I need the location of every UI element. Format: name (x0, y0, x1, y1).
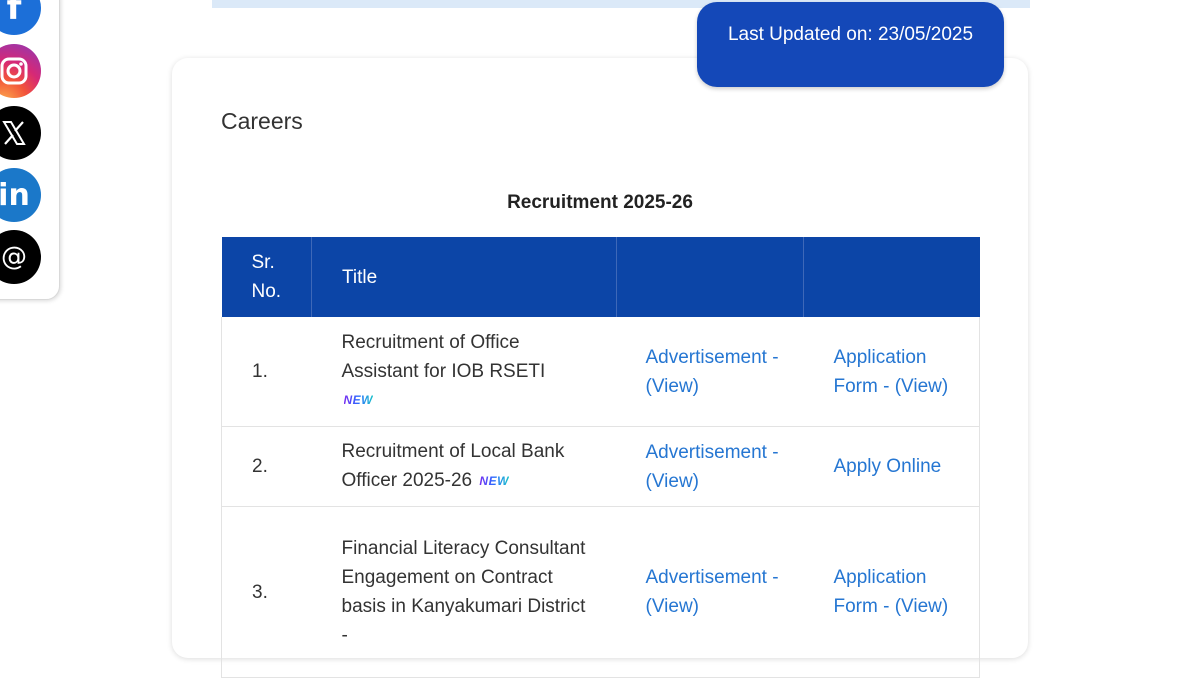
facebook-glyph: f (6, 0, 22, 28)
last-updated-text: Last Updated on: 23/05/2025 (727, 24, 974, 45)
row-application: Application Form - (View) (803, 506, 980, 678)
x-glyph (2, 121, 26, 145)
header-application (803, 237, 980, 317)
header-advertisement (616, 237, 804, 317)
row-application: Apply Online (803, 426, 980, 507)
x-icon[interactable] (0, 106, 41, 160)
facebook-icon[interactable]: f (0, 0, 41, 35)
row-advertisement: Advertisement - (View) (616, 506, 804, 678)
header-title: Title (311, 237, 617, 317)
apply-online-link[interactable]: Apply Online (834, 456, 942, 477)
row-application: Application Form - (View) (803, 317, 980, 427)
table-header-row: Sr. No. Title (221, 237, 980, 317)
threads-glyph: @ (1, 242, 27, 272)
new-badge: NEW (479, 467, 509, 496)
application-form-view-link[interactable]: Application Form - (View) (834, 567, 949, 617)
advertisement-view-link[interactable]: Advertisement - (View) (646, 567, 779, 617)
linkedin-glyph: in (0, 177, 30, 213)
social-share-bar: f in @ (0, 0, 60, 300)
instagram-glyph (0, 57, 28, 85)
table-caption: Recruitment 2025-26 (507, 192, 693, 213)
application-form-view-link[interactable]: Application Form - (View) (834, 347, 949, 397)
page-title: Careers (221, 108, 303, 134)
row-title: Financial Literacy Consultant Engagement… (311, 506, 617, 678)
row-title-text: Recruitment of Office Assistant for IOB … (341, 331, 546, 382)
row-title-text: Recruitment of Local Bank Officer 2025-2… (341, 441, 565, 492)
row-sr-no: 1. (221, 317, 312, 427)
threads-icon[interactable]: @ (0, 230, 41, 284)
new-badge: NEW (344, 386, 374, 415)
table-row: 1. Recruitment of Office Assistant for I… (221, 317, 980, 427)
row-advertisement: Advertisement - (View) (616, 426, 804, 507)
row-advertisement: Advertisement - (View) (616, 317, 804, 427)
table-row: 3. Financial Literacy Consultant Engagem… (221, 506, 980, 678)
table-row: 2. Recruitment of Local Bank Officer 202… (221, 426, 980, 507)
row-sr-no: 3. (221, 506, 312, 678)
row-title: Recruitment of Local Bank Officer 2025-2… (311, 426, 617, 507)
instagram-icon[interactable] (0, 44, 41, 98)
header-sr-no: Sr. No. (221, 237, 312, 317)
advertisement-view-link[interactable]: Advertisement - (View) (646, 347, 779, 397)
advertisement-view-link[interactable]: Advertisement - (View) (646, 442, 779, 492)
row-sr-no: 2. (221, 426, 312, 507)
linkedin-icon[interactable]: in (0, 168, 41, 222)
recruitment-table: Sr. No. Title 1. Recruitment of Office A… (221, 237, 980, 678)
last-updated-badge: Last Updated on: 23/05/2025 (697, 2, 1004, 87)
row-title: Recruitment of Office Assistant for IOB … (311, 317, 617, 427)
